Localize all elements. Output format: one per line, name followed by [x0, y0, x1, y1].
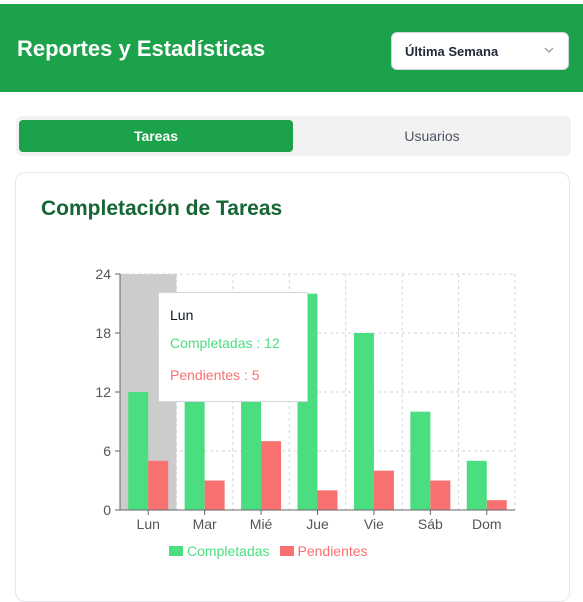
- legend-label-completed: Completadas: [187, 543, 270, 559]
- tab-tareas[interactable]: Tareas: [19, 120, 293, 152]
- tooltip-completed: Completadas : 12: [170, 335, 280, 351]
- legend-swatch-completed: [169, 546, 183, 556]
- tab-bar: Tareas Usuarios: [16, 116, 571, 156]
- chart-title: Completación de Tareas: [41, 197, 283, 220]
- legend-item-completed[interactable]: Completadas: [169, 543, 270, 559]
- legend-item-pending[interactable]: Pendientes: [279, 543, 368, 559]
- period-select[interactable]: Última Semana: [391, 32, 569, 70]
- legend-swatch-pending: [279, 546, 294, 556]
- chart-legend: Completadas Pendientes: [169, 543, 378, 559]
- chevron-down-icon: [544, 47, 554, 54]
- tooltip-pending: Pendientes : 5: [170, 367, 260, 383]
- tooltip-label: Lun: [170, 307, 194, 323]
- chart-tooltip: Lun Completadas : 12 Pendientes : 5: [158, 292, 308, 402]
- legend-label-pending: Pendientes: [297, 543, 368, 559]
- tab-usuarios[interactable]: Usuarios: [296, 120, 568, 152]
- app-header: Reportes y Estadísticas Última Semana: [0, 4, 583, 92]
- period-select-value: Última Semana: [405, 44, 499, 59]
- page-title: Reportes y Estadísticas: [17, 36, 266, 61]
